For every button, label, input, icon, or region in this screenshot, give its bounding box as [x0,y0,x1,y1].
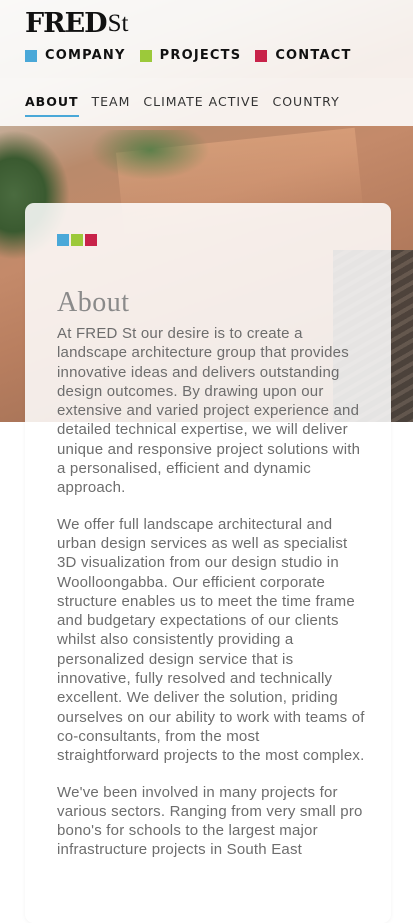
site-logo[interactable]: FRED St [25,9,128,39]
primary-nav: COMPANY PROJECTS CONTACT [25,48,366,63]
site-header: FRED St COMPANY PROJECTS CONTACT [0,0,413,78]
nav-item-company[interactable]: COMPANY [25,48,126,63]
red-square-icon [85,234,97,246]
tab-country[interactable]: COUNTRY [272,94,339,109]
nav-label-contact: CONTACT [275,48,352,63]
green-square-icon [71,234,83,246]
blue-square-icon [25,49,37,62]
nav-label-company: COMPANY [45,48,126,63]
nav-item-projects[interactable]: PROJECTS [139,48,242,63]
about-paragraph: We offer full landscape architectural an… [57,515,365,765]
green-square-icon [139,49,152,62]
blue-square-icon [57,234,69,246]
about-content-card: About At FRED St our desire is to create… [25,203,391,923]
tab-climate-active[interactable]: CLIMATE ACTIVE [143,94,259,109]
hero-foliage-top [90,130,210,180]
about-paragraph: We've been involved in many projects for… [57,783,363,859]
tab-team[interactable]: TEAM [92,94,131,109]
page-title: About [57,286,130,318]
logo-main-text: FRED [25,8,108,39]
nav-item-contact[interactable]: CONTACT [255,48,351,63]
nav-label-projects: PROJECTS [159,48,242,63]
about-paragraph: At FRED St our desire is to create a lan… [57,325,361,497]
tab-about[interactable]: ABOUT [25,94,79,117]
about-body: At FRED St our desire is to create a lan… [57,324,365,877]
brand-squares [57,234,99,246]
red-square-icon [255,49,268,62]
logo-suffix-text: St [107,10,129,37]
sub-nav: ABOUT TEAM CLIMATE ACTIVE COUNTRY [0,78,413,126]
